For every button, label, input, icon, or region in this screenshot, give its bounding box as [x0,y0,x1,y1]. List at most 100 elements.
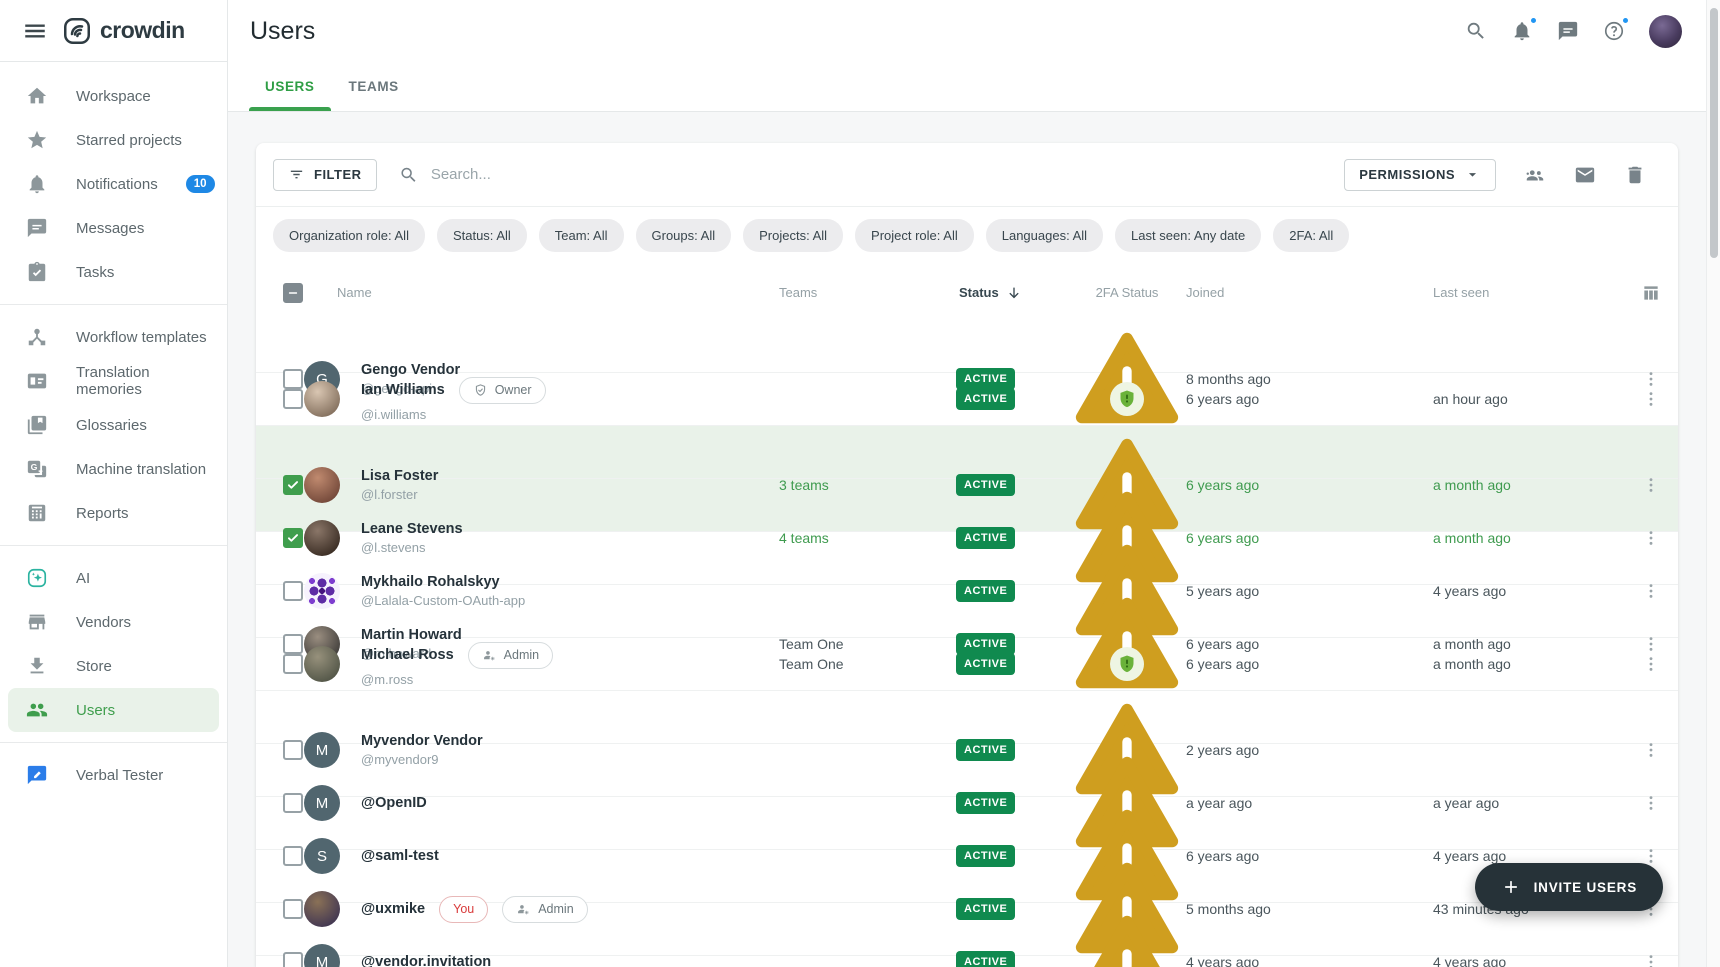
notifications-bell-icon[interactable] [1511,20,1533,42]
tab-users[interactable]: USERS [249,62,331,111]
row-checkbox[interactable] [283,581,303,601]
row-menu-button[interactable] [1641,581,1661,601]
svg-text:G: G [31,462,38,472]
user-name[interactable]: @vendor.invitation [361,954,491,967]
filter-chip[interactable]: Languages: All [986,219,1103,252]
invite-users-button[interactable]: INVITE USERS [1475,863,1663,911]
sidebar: crowdin Workspace Starred projects Notif… [0,0,228,967]
column-header-2fa[interactable]: 2FA Status [1096,285,1159,300]
row-checkbox[interactable] [283,952,303,967]
table-body: GGengo Vendor@gengo-api ACTIVE 8 months … [256,320,1678,956]
user-name[interactable]: Michael Ross [361,647,454,663]
user-name[interactable]: Leane Stevens [361,521,463,537]
user-name[interactable]: Myvendor Vendor [361,733,483,749]
sidebar-item-machine-translation[interactable]: G Machine translation [0,447,227,491]
sidebar-item-translation-memories[interactable]: Translation memories [0,359,227,403]
select-all-checkbox[interactable] [283,283,303,303]
status-badge: ACTIVE [956,653,1015,675]
sidebar-item-tasks[interactable]: Tasks [0,250,227,294]
send-email-icon[interactable] [1574,164,1596,186]
filter-chip[interactable]: Project role: All [855,219,974,252]
configure-columns-icon[interactable] [1641,283,1661,303]
column-header-joined[interactable]: Joined [1186,285,1433,300]
tab-teams[interactable]: TEAMS [333,62,415,111]
crowdin-logo[interactable]: crowdin [62,16,185,46]
sidebar-item-verbal-tester[interactable]: Verbal Tester [0,753,227,797]
table-row[interactable]: MMyvendor Vendor@myvendor9 ACTIVE 2 year… [256,691,1678,744]
row-menu-button[interactable] [1641,389,1661,409]
user-name[interactable]: Ian Williams [361,382,445,398]
row-checkbox[interactable] [283,846,303,866]
workflow-icon [26,326,48,348]
admin-gear-icon [482,648,497,663]
row-menu-button[interactable] [1641,740,1661,760]
row-checkbox[interactable] [283,634,303,654]
table-row[interactable]: GGengo Vendor@gengo-api ACTIVE 8 months … [256,320,1678,373]
row-checkbox[interactable] [283,899,303,919]
sidebar-item-reports[interactable]: Reports [0,491,227,535]
sidebar-item-users[interactable]: Users [8,688,219,732]
filter-chip[interactable]: Organization role: All [273,219,425,252]
sidebar-item-store[interactable]: Store [0,644,227,688]
filter-chip[interactable]: Status: All [437,219,527,252]
status-badge: ACTIVE [956,474,1015,496]
user-name[interactable]: @saml-test [361,848,439,864]
column-header-teams[interactable]: Teams [779,285,956,300]
search-icon[interactable] [1465,20,1487,42]
teams-cell[interactable]: 3 teams [779,477,956,493]
sidebar-item-label: AI [76,570,90,587]
row-checkbox[interactable] [283,528,303,548]
hamburger-menu-icon[interactable] [22,18,48,44]
filter-icon [288,166,305,183]
row-menu-button[interactable] [1641,952,1661,967]
filter-chip[interactable]: Team: All [539,219,624,252]
table-row[interactable]: Lisa Foster@l.forster 3 teams ACTIVE 6 y… [256,426,1678,479]
filter-chip[interactable]: Last seen: Any date [1115,219,1261,252]
row-checkbox[interactable] [283,369,303,389]
row-checkbox[interactable] [283,793,303,813]
filter-chip[interactable]: Projects: All [743,219,843,252]
filter-chip[interactable]: Groups: All [636,219,732,252]
row-checkbox[interactable] [283,389,303,409]
row-menu-button[interactable] [1641,528,1661,548]
column-header-name[interactable]: Name [304,285,779,300]
user-avatar[interactable] [1649,15,1682,48]
row-menu-button[interactable] [1641,793,1661,813]
search-input[interactable] [431,166,1322,183]
sidebar-item-glossaries[interactable]: Glossaries [0,403,227,447]
delete-icon[interactable] [1624,164,1646,186]
page-scrollbar[interactable] [1706,0,1720,967]
row-menu-button[interactable] [1641,654,1661,674]
permissions-dropdown[interactable]: PERMISSIONS [1344,159,1496,191]
column-header-status[interactable]: Status [956,285,1068,301]
row-checkbox[interactable] [283,654,303,674]
row-menu-button[interactable] [1641,369,1661,389]
search-box [399,165,1323,185]
teams-cell[interactable]: 4 teams [779,530,956,546]
sidebar-nav: Workspace Starred projects Notifications… [0,62,227,967]
admin-badge: Admin [502,896,587,923]
sidebar-item-vendors[interactable]: Vendors [0,600,227,644]
row-checkbox[interactable] [283,475,303,495]
user-name[interactable]: @uxmike [361,901,425,917]
messages-icon[interactable] [1557,20,1579,42]
column-header-last-seen[interactable]: Last seen [1433,285,1623,300]
filter-button[interactable]: FILTER [273,159,377,191]
help-icon[interactable] [1603,20,1625,42]
user-name[interactable]: @OpenID [361,795,427,811]
last-seen-cell: a month ago [1433,477,1623,493]
row-menu-button[interactable] [1641,475,1661,495]
scrollbar-thumb[interactable] [1710,8,1718,258]
user-name[interactable]: Lisa Foster [361,468,438,484]
user-name[interactable]: Mykhailo Rohalskyy [361,574,500,590]
row-menu-button[interactable] [1641,634,1661,654]
row-checkbox[interactable] [283,740,303,760]
sidebar-item-workspace[interactable]: Workspace [0,74,227,118]
sidebar-item-messages[interactable]: Messages [0,206,227,250]
sidebar-item-starred-projects[interactable]: Starred projects [0,118,227,162]
filter-chip[interactable]: 2FA: All [1273,219,1349,252]
sidebar-item-ai[interactable]: AI [0,556,227,600]
sidebar-item-notifications[interactable]: Notifications 10 [0,162,227,206]
add-to-team-icon[interactable] [1524,164,1546,186]
sidebar-item-workflow-templates[interactable]: Workflow templates [0,315,227,359]
